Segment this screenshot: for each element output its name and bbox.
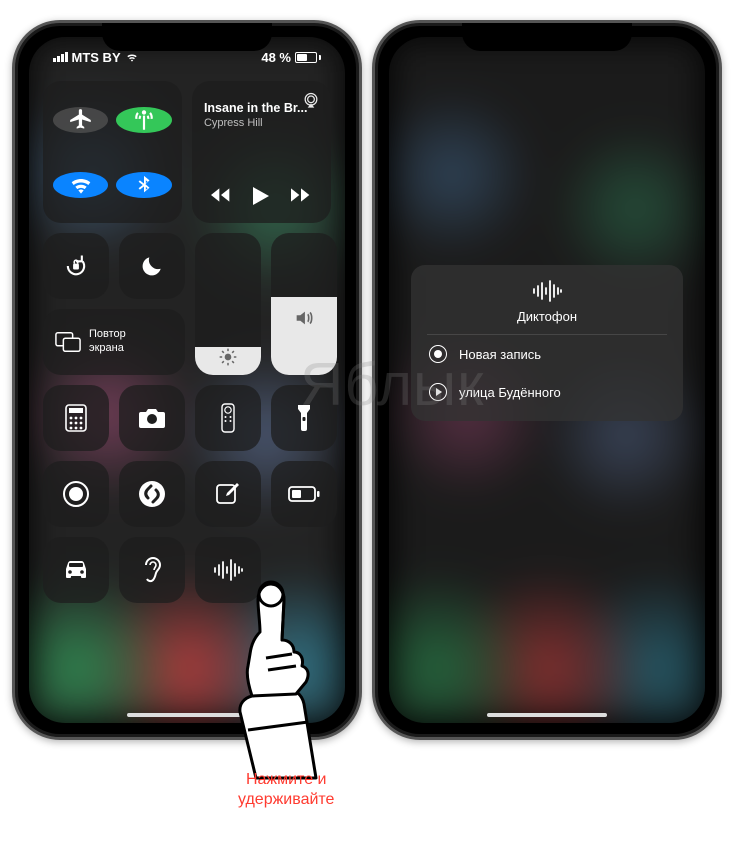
- carrier-label: MTS BY: [72, 50, 121, 65]
- low-power-mode-toggle[interactable]: [271, 461, 337, 527]
- media-next-button[interactable]: [291, 187, 311, 205]
- volume-icon: [293, 307, 315, 329]
- phone-right: Диктофон Новая запись улица Будённого: [372, 20, 722, 740]
- shazam-button[interactable]: [119, 461, 185, 527]
- camera-icon: [137, 406, 167, 430]
- orientation-lock-toggle[interactable]: [43, 233, 109, 299]
- do-not-disturb-toggle[interactable]: [119, 233, 185, 299]
- home-indicator: [487, 713, 607, 717]
- hearing-button[interactable]: [119, 537, 185, 603]
- new-recording-label: Новая запись: [459, 347, 541, 362]
- remote-icon: [221, 403, 235, 433]
- instruction-caption: Нажмите и удерживайте: [238, 770, 334, 810]
- battery-icon: [295, 52, 321, 63]
- battery-icon: [288, 485, 320, 503]
- wifi-toggle[interactable]: [53, 172, 108, 198]
- media-play-button[interactable]: [253, 187, 269, 205]
- cellular-signal-icon: [53, 52, 68, 62]
- now-playing-artist: Cypress Hill: [204, 117, 263, 129]
- shazam-icon: [137, 479, 167, 509]
- airplay-icon[interactable]: [301, 91, 321, 111]
- cellular-antenna-icon: [131, 107, 157, 133]
- context-menu-title: Диктофон: [517, 309, 577, 324]
- flashlight-icon: [296, 403, 312, 433]
- screen-mirroring-button[interactable]: Повтор экрана: [43, 309, 185, 375]
- recent-recording-label: улица Будённого: [459, 385, 561, 400]
- pointing-hand-illustration: [196, 580, 336, 780]
- compose-icon: [215, 481, 241, 507]
- apple-tv-remote-button[interactable]: [195, 385, 261, 451]
- waveform-icon: [529, 279, 565, 303]
- calculator-icon: [65, 404, 87, 432]
- orientation-lock-icon: [62, 252, 90, 280]
- wifi-icon: [68, 172, 94, 198]
- carplay-button[interactable]: [43, 537, 109, 603]
- bluetooth-toggle[interactable]: [116, 172, 171, 198]
- play-circle-icon: [429, 383, 447, 401]
- waveform-icon: [212, 558, 244, 582]
- car-icon: [61, 559, 91, 581]
- airplane-mode-toggle[interactable]: [53, 107, 108, 133]
- battery-percent-label: 48 %: [261, 50, 291, 65]
- new-recording-action[interactable]: Новая запись: [427, 335, 667, 373]
- brightness-icon: [218, 347, 238, 367]
- media-module[interactable]: Insane in the Br... Cypress Hill: [192, 81, 331, 223]
- camera-button[interactable]: [119, 385, 185, 451]
- airplane-icon: [68, 107, 94, 133]
- connectivity-module: [43, 81, 182, 223]
- screen-mirroring-label: Повтор экрана: [89, 328, 126, 356]
- screen-mirroring-icon: [55, 331, 81, 353]
- volume-slider[interactable]: [271, 233, 337, 375]
- cellular-data-toggle[interactable]: [116, 107, 171, 133]
- screen-record-button[interactable]: [43, 461, 109, 527]
- notch: [102, 23, 272, 51]
- notch: [462, 23, 632, 51]
- notes-button[interactable]: [195, 461, 261, 527]
- moon-icon: [139, 253, 165, 279]
- recent-recording-action[interactable]: улица Будённого: [427, 373, 667, 411]
- flashlight-button[interactable]: [271, 385, 337, 451]
- calculator-button[interactable]: [43, 385, 109, 451]
- voice-memos-context-menu: Диктофон Новая запись улица Будённого: [411, 265, 683, 421]
- media-prev-button[interactable]: [211, 187, 231, 205]
- screen-record-icon: [61, 479, 91, 509]
- wifi-status-icon: [125, 50, 139, 64]
- brightness-slider[interactable]: [195, 233, 261, 375]
- record-dot-icon: [429, 345, 447, 363]
- bluetooth-icon: [133, 172, 155, 198]
- ear-icon: [140, 555, 164, 585]
